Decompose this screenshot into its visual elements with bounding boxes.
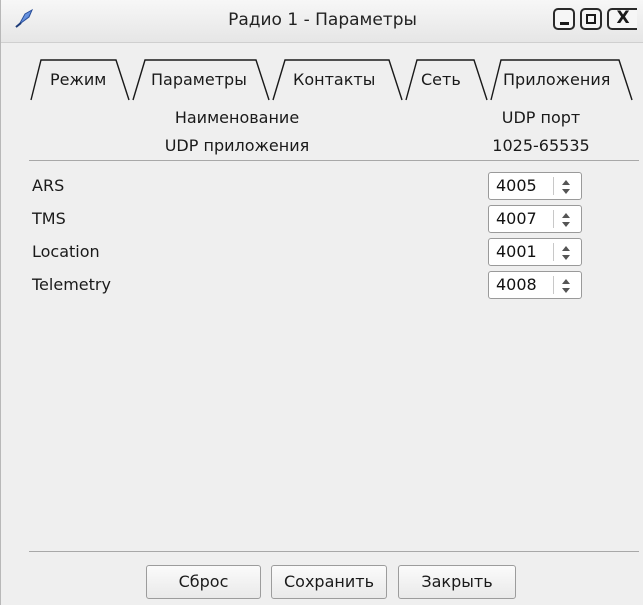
spin-separator [553, 210, 554, 228]
window-title: Радио 1 - Параметры [228, 10, 417, 30]
close-icon: X [616, 8, 630, 28]
spin-value: 4007 [496, 209, 537, 228]
maximize-button[interactable] [580, 8, 602, 30]
reset-button[interactable]: Сброс [146, 565, 261, 599]
tab-parameters-label: Параметры [151, 70, 247, 89]
tab-mode-label: Режим [50, 70, 107, 89]
column-header-name-line2: UDP приложения [164, 136, 310, 155]
row-tms-label: TMS [32, 209, 66, 228]
telemetry-port-spinbox[interactable]: 4008 [488, 271, 582, 299]
column-header-name: Наименование UDP приложения [127, 108, 347, 155]
row-location-label: Location [32, 242, 100, 261]
maximize-icon [586, 14, 596, 24]
spin-separator [553, 243, 554, 261]
minimize-button[interactable] [553, 8, 575, 30]
row-ars-label: ARS [32, 176, 65, 195]
save-button[interactable]: Сохранить [271, 565, 387, 599]
close-button[interactable]: Закрыть [398, 565, 516, 599]
spin-separator [553, 177, 554, 195]
location-port-spinbox[interactable]: 4001 [488, 238, 582, 266]
spin-value: 4005 [496, 176, 537, 195]
column-header-port-line1: UDP порт [501, 108, 581, 127]
spin-separator [553, 276, 554, 294]
header-divider [29, 160, 639, 161]
spin-arrows-icon[interactable] [559, 178, 573, 196]
close-window-button[interactable]: X [607, 8, 637, 30]
spin-value: 4001 [496, 242, 537, 261]
ars-port-spinbox[interactable]: 4005 [488, 172, 582, 200]
spin-arrows-icon[interactable] [559, 277, 573, 295]
column-header-port: UDP порт 1025-65535 [466, 108, 616, 155]
minimize-icon [560, 22, 569, 25]
column-header-port-line2: 1025-65535 [492, 136, 590, 155]
tab-applications-label: Приложения [503, 70, 611, 89]
spin-value: 4008 [496, 275, 537, 294]
spin-arrows-icon[interactable] [559, 211, 573, 229]
tab-contacts-label: Контакты [293, 70, 376, 89]
tms-port-spinbox[interactable]: 4007 [488, 205, 582, 233]
title-bar[interactable]: Радио 1 - Параметры X [1, 0, 643, 43]
column-header-name-line1: Наименование [174, 108, 300, 127]
row-telemetry-label: Telemetry [32, 275, 111, 294]
parameters-window: Радио 1 - Параметры X Режим Параметры Ко… [0, 0, 643, 605]
spin-arrows-icon[interactable] [559, 244, 573, 262]
footer-divider [29, 551, 639, 552]
tab-network-label: Сеть [421, 70, 461, 89]
